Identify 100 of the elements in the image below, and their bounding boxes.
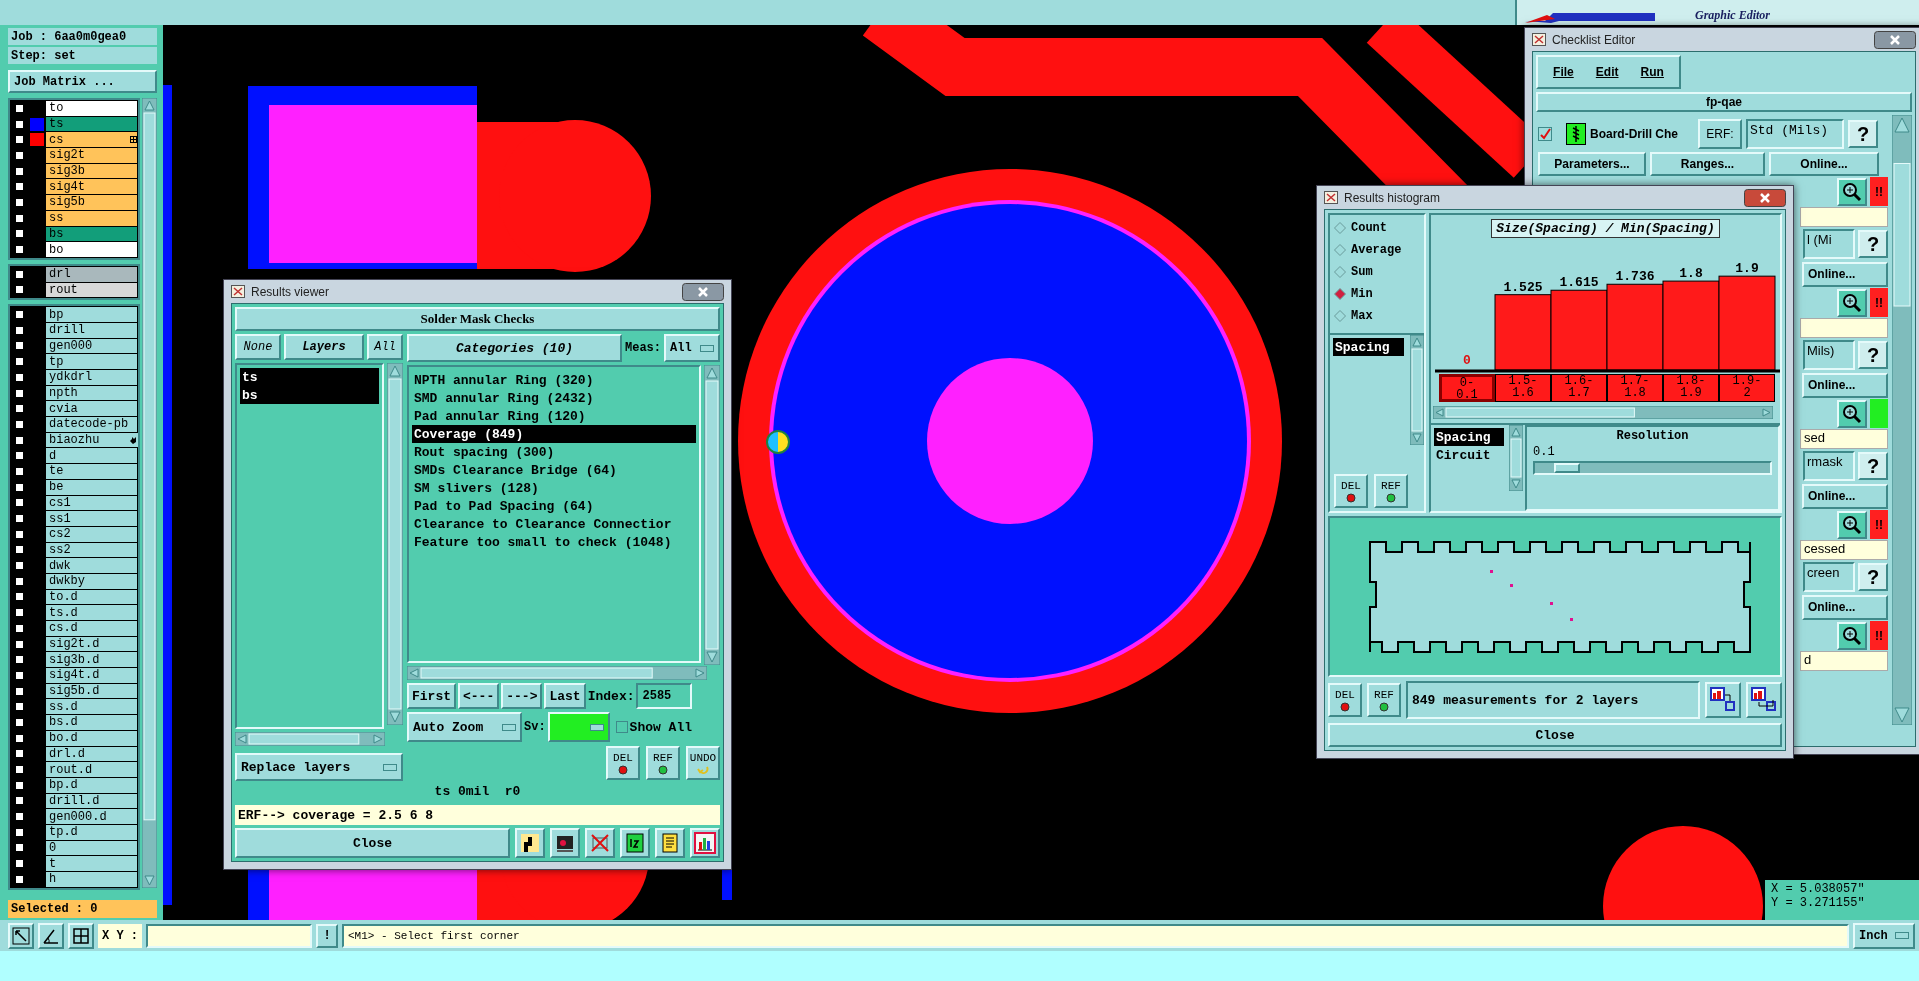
layer-checkbox[interactable] — [14, 842, 25, 854]
erf-field[interactable]: Std (Mils) — [1746, 119, 1844, 149]
menu-item[interactable]: File — [1553, 65, 1574, 79]
online-button[interactable]: Online... — [1802, 594, 1888, 620]
none-button[interactable]: None — [235, 334, 281, 360]
layer-checkbox[interactable] — [14, 858, 25, 870]
layer-checkbox[interactable] — [14, 324, 25, 336]
action-button[interactable]: DEL — [1334, 474, 1368, 508]
layer-name[interactable]: bs.d — [46, 715, 137, 730]
layer-checkbox[interactable] — [14, 607, 25, 619]
nav-button[interactable]: First — [407, 683, 456, 709]
meas-dropdown[interactable]: All — [664, 334, 720, 362]
category-list-item[interactable]: Feature too small to check (1048) — [412, 533, 696, 551]
histogram-bar[interactable] — [1494, 294, 1552, 371]
zoom-button[interactable] — [1837, 177, 1867, 206]
export-button[interactable] — [1746, 682, 1782, 718]
type-list-item[interactable]: Spacing — [1434, 428, 1504, 446]
layer-checkbox[interactable] — [14, 622, 25, 634]
close-button[interactable]: Close — [235, 828, 510, 858]
action-button[interactable]: REF — [1374, 474, 1408, 508]
help-button[interactable]: ? — [1858, 341, 1888, 369]
layer-name[interactable]: gen000 — [46, 338, 137, 354]
scrollbar[interactable] — [1410, 335, 1424, 445]
layer-name[interactable]: biaozhu — [46, 432, 138, 448]
layer-checkbox[interactable] — [14, 284, 25, 296]
scrollbar[interactable] — [704, 365, 720, 665]
bin-label[interactable]: 1.5-1.6 — [1495, 374, 1551, 402]
histogram-bar[interactable] — [1718, 275, 1776, 371]
bin-label[interactable]: 1.8-1.9 — [1663, 374, 1719, 402]
layer-name[interactable]: cvia — [46, 401, 137, 417]
layer-checkbox[interactable] — [14, 165, 25, 177]
scrollbar[interactable] — [407, 666, 707, 680]
tool-button[interactable] — [8, 922, 34, 949]
resolution-slider[interactable] — [1533, 461, 1772, 475]
tool-button[interactable] — [550, 828, 580, 858]
layer-name[interactable]: dwk — [46, 558, 137, 573]
layer-checkbox[interactable] — [14, 764, 25, 776]
layer-checkbox[interactable] — [14, 732, 25, 744]
layer-checkbox[interactable] — [14, 528, 25, 540]
option-button[interactable]: Ranges... — [1650, 152, 1765, 176]
layer-name[interactable]: rout.d — [46, 762, 137, 777]
job-matrix-button[interactable]: Job Matrix ... — [8, 70, 157, 93]
online-button[interactable]: Online... — [1802, 483, 1888, 509]
enable-checkbox[interactable] — [1538, 127, 1552, 141]
tool-button[interactable] — [515, 828, 545, 858]
units-dropdown[interactable]: Inch — [1853, 922, 1915, 949]
layer-checkbox[interactable] — [14, 268, 25, 280]
layer-name[interactable]: sig2t — [46, 148, 137, 163]
layer-name[interactable]: sig5b — [46, 195, 137, 210]
nav-button[interactable]: Last — [544, 683, 586, 709]
erf-field[interactable]: rmask — [1803, 451, 1855, 481]
layer-name[interactable]: drill.d — [46, 793, 137, 809]
zoom-button[interactable] — [1837, 399, 1867, 428]
layer-checkbox[interactable] — [14, 481, 25, 493]
layer-name[interactable]: sig4t.d — [46, 668, 137, 683]
radio-button[interactable] — [1334, 266, 1346, 278]
layer-checkbox[interactable] — [14, 340, 25, 352]
layer-checkbox[interactable] — [14, 811, 25, 823]
scrollbar[interactable] — [142, 98, 157, 888]
layer-name[interactable]: sig3b — [46, 163, 137, 179]
layer-checkbox[interactable] — [14, 748, 25, 760]
all-button[interactable]: All — [367, 334, 403, 360]
option-button[interactable]: Online... — [1769, 152, 1879, 176]
layer-name[interactable]: bs — [46, 226, 137, 242]
layer-checkbox[interactable] — [14, 716, 25, 728]
help-button[interactable]: ? — [1858, 230, 1888, 258]
layer-name[interactable]: npth — [46, 385, 137, 401]
action-button[interactable]: UNDO — [686, 746, 720, 780]
export-button[interactable] — [1705, 682, 1741, 718]
category-list-item[interactable]: SMDs Clearance Bridge (64) — [412, 461, 696, 479]
tool-button[interactable] — [620, 828, 650, 858]
layer-list-item[interactable]: ts — [240, 368, 379, 386]
layer-checkbox[interactable] — [14, 638, 25, 650]
zoom-mode-dropdown[interactable]: Auto Zoom — [407, 712, 522, 742]
layer-checkbox[interactable] — [14, 102, 25, 114]
category-list-item[interactable]: Clearance to Clearance Connectior — [412, 515, 696, 533]
layer-name[interactable]: bo — [46, 242, 137, 257]
layer-name[interactable]: te — [46, 464, 137, 479]
layer-name[interactable]: cs1 — [46, 495, 137, 511]
layer-name[interactable]: datecode-pb — [46, 417, 137, 432]
menu-item[interactable]: Run — [1640, 65, 1664, 79]
tool-button[interactable] — [690, 828, 720, 858]
layer-checkbox[interactable] — [14, 669, 25, 681]
layer-list-item[interactable]: bs — [240, 386, 379, 404]
scrollbar[interactable] — [1509, 425, 1523, 491]
online-button[interactable]: Online... — [1802, 372, 1888, 398]
replace-layers-dropdown[interactable]: Replace layers — [235, 753, 403, 781]
layer-checkbox[interactable] — [14, 134, 25, 146]
scrollbar[interactable] — [1892, 115, 1912, 725]
scrollbar[interactable] — [235, 732, 385, 746]
category-list-item[interactable]: SM slivers (128) — [412, 479, 696, 497]
layer-checkbox[interactable] — [14, 371, 25, 383]
layer-name[interactable]: d — [46, 448, 137, 464]
severity-dropdown[interactable] — [547, 712, 610, 742]
histogram-bar[interactable] — [1606, 283, 1664, 371]
layer-name[interactable]: cs — [46, 132, 137, 148]
layer-name[interactable]: bp.d — [46, 777, 137, 793]
layer-name[interactable]: be — [46, 479, 137, 495]
nav-button[interactable]: ---> — [501, 683, 543, 709]
histogram-bar[interactable] — [1662, 280, 1720, 371]
